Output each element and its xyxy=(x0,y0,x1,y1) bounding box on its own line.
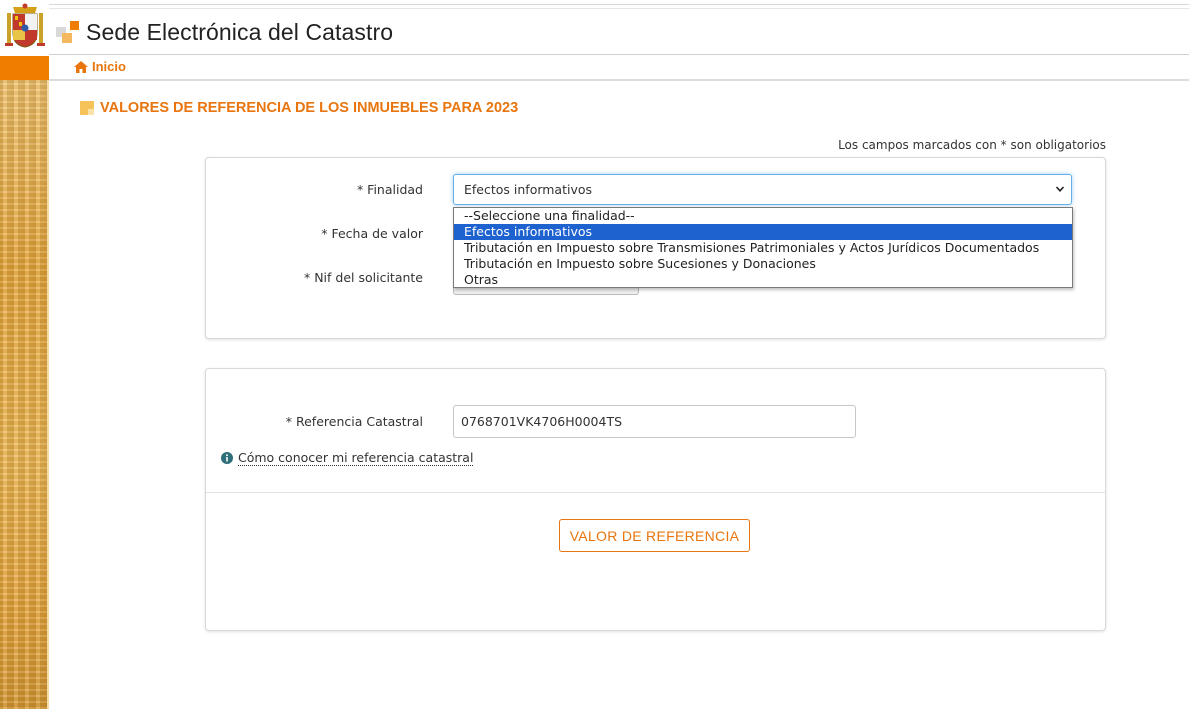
info-circle-icon xyxy=(221,452,233,464)
required-fields-note: Los campos marcados con * son obligatori… xyxy=(838,138,1106,152)
header-bottom-rule xyxy=(49,54,1189,55)
referencia-catastral-input[interactable]: 0768701VK4706H0004TS xyxy=(453,405,856,438)
finalidad-option[interactable]: Tributación en Impuesto sobre Sucesiones… xyxy=(454,256,1072,272)
card-divider xyxy=(206,492,1105,493)
home-link[interactable]: Inicio xyxy=(74,59,126,74)
fecha-valor-label: * Fecha de valor xyxy=(321,226,423,241)
home-icon xyxy=(74,60,88,73)
site-title: Sede Electrónica del Catastro xyxy=(86,19,394,45)
referencia-catastral-label: * Referencia Catastral xyxy=(285,414,423,429)
finalidad-option[interactable]: --Seleccione una finalidad-- xyxy=(454,208,1072,224)
nav-orange-tab xyxy=(0,56,49,80)
catastro-logo-icon xyxy=(56,21,80,45)
finalidad-option[interactable]: Tributación en Impuesto sobre Transmisio… xyxy=(454,240,1072,256)
city-photo-strip xyxy=(0,80,49,709)
chevron-down-icon xyxy=(1055,186,1065,192)
coat-of-arms-icon xyxy=(4,3,46,49)
finalidad-select[interactable]: Efectos informativos xyxy=(453,174,1072,205)
header-top-rule xyxy=(49,4,1189,5)
finalidad-dropdown-list[interactable]: --Seleccione una finalidad-- Efectos inf… xyxy=(453,207,1073,288)
referencia-help-link-label[interactable]: Cómo conocer mi referencia catastral xyxy=(238,450,474,466)
finalidad-label: * Finalidad xyxy=(356,182,423,197)
nav-bottom-rule xyxy=(49,79,1189,81)
referencia-help-link[interactable]: Cómo conocer mi referencia catastral xyxy=(221,450,474,466)
home-link-label[interactable]: Inicio xyxy=(92,59,126,74)
finalidad-option-selected[interactable]: Efectos informativos xyxy=(454,224,1072,240)
page-title: VALORES DE REFERENCIA DE LOS INMUEBLES P… xyxy=(100,100,519,116)
heading-square-icon xyxy=(80,101,94,115)
referencia-catastral-value: 0768701VK4706H0004TS xyxy=(461,414,623,429)
nif-label: * Nif del solicitante xyxy=(303,270,423,285)
finalidad-option[interactable]: Otras xyxy=(454,272,1072,288)
header-top-rule-secondary xyxy=(49,8,1189,9)
valor-referencia-button[interactable]: VALOR DE REFERENCIA xyxy=(559,519,750,552)
finalidad-select-value: Efectos informativos xyxy=(464,182,593,197)
page-heading: VALORES DE REFERENCIA DE LOS INMUEBLES P… xyxy=(80,100,518,116)
